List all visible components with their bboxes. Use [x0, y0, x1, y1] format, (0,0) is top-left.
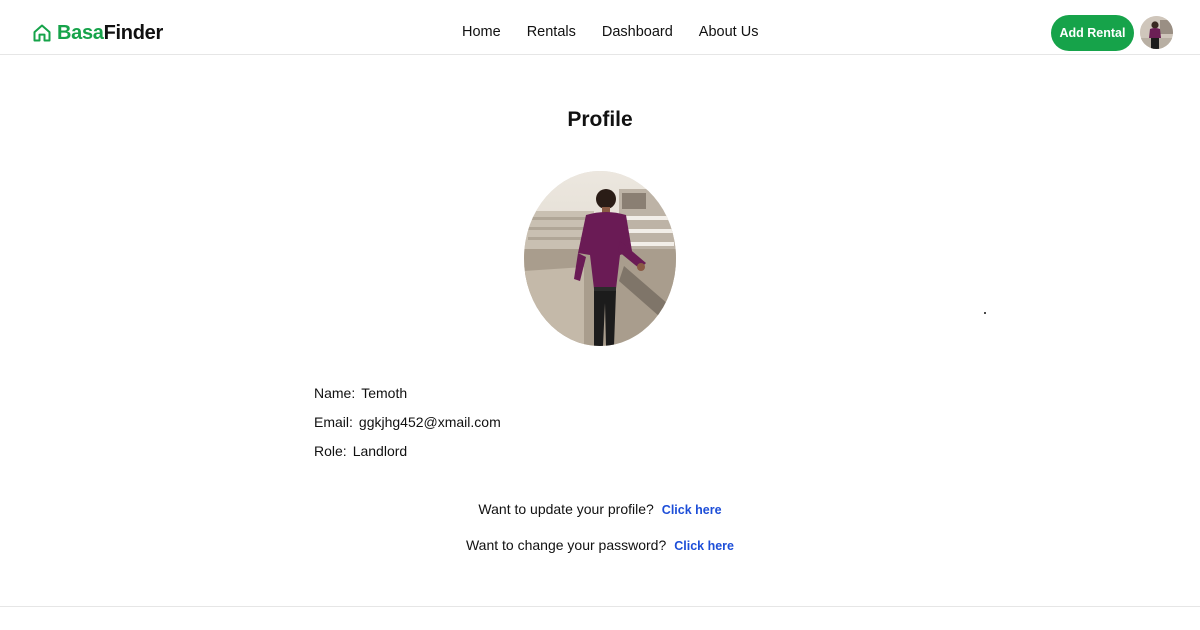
profile-actions: Want to update your profile? Click here W…: [0, 500, 1200, 572]
navbar: Basa Finder Home Rentals Dashboard About …: [0, 0, 1200, 55]
update-profile-text: Want to update your profile?: [478, 501, 654, 517]
profile-photo-image: [524, 171, 676, 346]
user-avatar[interactable]: [1140, 16, 1173, 49]
name-label: Name:: [314, 385, 356, 401]
role-value: Landlord: [352, 443, 408, 459]
profile-info: Name: Temoth Email: ggkjhg452@xmail.com Ro…: [314, 384, 501, 471]
email-label: Email:: [314, 414, 353, 430]
update-profile-link[interactable]: Click here: [662, 503, 722, 517]
home-icon: [33, 24, 51, 42]
footer-divider: [0, 606, 1200, 607]
add-rental-button[interactable]: Add Rental: [1051, 15, 1134, 51]
profile-role-row: Role: Landlord: [314, 442, 501, 471]
profile-photo: [524, 171, 676, 346]
avatar-image: [1140, 16, 1173, 49]
nav-home[interactable]: Home: [462, 22, 501, 42]
page-title: Profile: [567, 108, 633, 131]
nav-about-us[interactable]: About Us: [699, 22, 759, 42]
profile-name-row: Name: Temoth: [314, 384, 501, 413]
role-label: Role:: [314, 443, 347, 459]
nav-rentals[interactable]: Rentals: [527, 22, 576, 42]
nav-dashboard[interactable]: Dashboard: [602, 22, 673, 42]
brand-logo[interactable]: Basa Finder: [32, 19, 163, 47]
stray-dot: [984, 312, 986, 314]
update-profile-row: Want to update your profile? Click here: [0, 500, 1200, 536]
main-nav: Home Rentals Dashboard About Us: [462, 22, 784, 42]
brand-name-part2: Finder: [103, 21, 164, 44]
change-password-text: Want to change your password?: [465, 537, 667, 553]
profile-email-row: Email: ggkjhg452@xmail.com: [314, 413, 501, 442]
change-password-link[interactable]: Click here: [674, 539, 734, 553]
brand-name-part1: Basa: [57, 21, 104, 44]
name-value: Temoth: [361, 385, 408, 401]
email-value: ggkjhg452@xmail.com: [358, 414, 501, 430]
change-password-row: Want to change your password? Click here: [0, 536, 1200, 572]
